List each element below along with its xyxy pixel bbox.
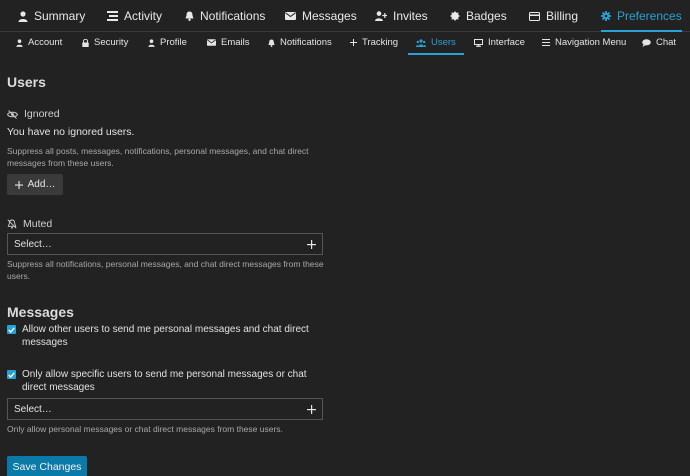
select-placeholder: Select…	[14, 238, 52, 250]
subtab-label: Tracking	[362, 37, 399, 48]
subtab-label: Emails	[221, 37, 250, 48]
ignored-status-text: You have no ignored users.	[7, 126, 135, 138]
plus-icon	[307, 404, 316, 414]
bars-icon	[542, 39, 550, 46]
subtab-interface[interactable]: Interface	[474, 32, 525, 53]
tab-invites[interactable]: Invites	[375, 0, 428, 32]
ignored-label: Ignored	[24, 108, 60, 120]
tab-label: Invites	[393, 9, 428, 23]
tab-summary[interactable]: Summary	[18, 0, 85, 32]
subtab-chat[interactable]: Chat	[642, 32, 676, 53]
muted-users-select[interactable]: Select…	[7, 233, 323, 255]
comment-icon	[642, 38, 651, 47]
tab-label: Summary	[34, 9, 86, 23]
user-icon	[16, 38, 23, 47]
tab-label: Activity	[124, 9, 163, 23]
plus-icon	[350, 39, 357, 46]
stream-icon	[107, 11, 118, 21]
subtab-label: Profile	[160, 37, 187, 48]
plus-icon	[307, 239, 316, 249]
muted-label: Muted	[23, 218, 53, 230]
desktop-icon	[474, 38, 483, 47]
select-placeholder: Select…	[14, 403, 52, 415]
muted-description: Suppress all notifications, personal mes…	[7, 259, 324, 281]
plus-icon	[14, 180, 23, 189]
tab-messages[interactable]: Messages	[285, 0, 357, 32]
tab-label: Messages	[302, 9, 357, 23]
subtab-label: Users	[431, 37, 456, 48]
subtab-tracking[interactable]: Tracking	[350, 32, 398, 53]
subtab-label: Account	[28, 37, 63, 48]
muted-label-row: Muted	[7, 218, 52, 230]
users-heading: Users	[7, 74, 46, 90]
bell-icon	[185, 11, 194, 21]
certificate-icon	[450, 11, 460, 21]
subtab-label: Security	[94, 37, 129, 48]
subtab-security[interactable]: Security	[82, 32, 128, 53]
tab-badges[interactable]: Badges	[450, 0, 507, 32]
eye-slash-icon	[7, 109, 18, 119]
tab-label: Badges	[466, 9, 507, 23]
ignored-label-row: Ignored	[7, 108, 60, 120]
subtab-label: Navigation Menu	[555, 37, 627, 48]
save-changes-button[interactable]: Save Changes	[7, 456, 87, 476]
tab-billing[interactable]: Billing	[529, 0, 578, 32]
subtab-profile[interactable]: Profile	[148, 32, 187, 53]
subtab-label: Notifications	[280, 37, 332, 48]
allowed-users-select[interactable]: Select…	[7, 398, 323, 420]
credit-card-icon	[529, 11, 540, 21]
user-icon	[18, 10, 28, 22]
bell-icon	[268, 39, 275, 47]
only-allow-option[interactable]: Only allow specific users to send me per…	[7, 369, 327, 394]
allow-pm-label: Allow other users to send me personal me…	[22, 324, 309, 348]
users-icon	[416, 38, 426, 47]
subtab-emails[interactable]: Emails	[207, 32, 250, 53]
subtab-notifications[interactable]: Notifications	[268, 32, 332, 53]
tab-label: Preferences	[617, 9, 682, 23]
subtab-label: Chat	[656, 37, 677, 48]
subtab-account[interactable]: Account	[16, 32, 62, 53]
add-ignored-button[interactable]: Add…	[7, 174, 63, 195]
add-button-label: Add…	[27, 179, 56, 190]
bell-slash-icon	[7, 219, 17, 229]
allow-pm-checkbox[interactable]	[7, 325, 16, 334]
messages-heading: Messages	[7, 304, 74, 320]
only-allow-label: Only allow specific users to send me per…	[22, 369, 307, 393]
subtab-label: Interface	[488, 37, 525, 48]
subtab-navigation-menu[interactable]: Navigation Menu	[542, 32, 626, 53]
tab-label: Notifications	[200, 9, 266, 23]
sub-nav: Account Security Profile Emails Notifica…	[0, 32, 690, 55]
gear-icon	[601, 11, 611, 21]
tab-preferences[interactable]: Preferences	[601, 0, 682, 32]
allowed-users-description: Only allow personal messages or chat dir…	[7, 424, 283, 434]
tab-label: Billing	[546, 9, 579, 23]
envelope-icon	[285, 12, 296, 20]
envelope-icon	[207, 39, 216, 46]
lock-icon	[82, 38, 89, 47]
ignored-description: Suppress all posts, messages, notificati…	[7, 146, 309, 168]
user-icon	[148, 38, 155, 47]
only-allow-checkbox[interactable]	[7, 370, 16, 379]
top-nav: Summary Activity Notifications Messages …	[0, 0, 690, 32]
allow-pm-option[interactable]: Allow other users to send me personal me…	[7, 324, 327, 349]
tab-notifications[interactable]: Notifications	[185, 0, 265, 32]
user-plus-icon	[375, 11, 387, 21]
subtab-users[interactable]: Users	[408, 32, 464, 55]
tab-activity[interactable]: Activity	[107, 0, 162, 32]
